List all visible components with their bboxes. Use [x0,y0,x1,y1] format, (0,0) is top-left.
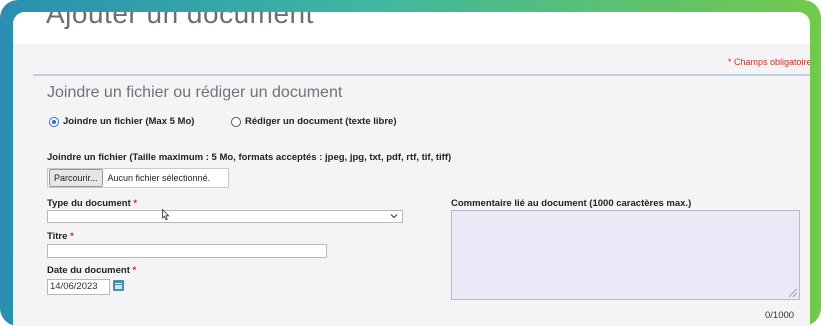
title-label: Titre * [47,231,74,242]
radio-attach-file[interactable]: Joindre un fichier (Max 5 Mo) [49,116,194,127]
chevron-down-icon [390,214,398,219]
title-band: Ajouter un document [13,12,810,44]
comment-char-counter: 0/1000 [765,310,795,321]
window-frame: Ajouter un document * Champs obligatoire… [0,0,821,326]
document-date-label: Date du document * [47,265,136,276]
required-marker: * [70,231,74,242]
file-input[interactable]: Parcourir... Aucun fichier sélectionné. [47,168,229,188]
comment-textarea[interactable] [451,210,800,300]
radio-attach-file-control[interactable] [49,116,59,127]
page-title: Ajouter un document [46,12,314,29]
document-type-label: Type du document * [47,198,137,209]
browse-button[interactable]: Parcourir... [49,169,103,187]
title-input[interactable] [47,244,327,258]
document-type-label-text: Type du document [47,198,131,209]
app-screen: Ajouter un document * Champs obligatoire… [13,12,810,326]
header-divider [33,74,810,76]
required-fields-note: * Champs obligatoires [727,57,810,67]
radio-attach-file-label: Joindre un fichier (Max 5 Mo) [63,116,195,127]
document-type-select[interactable] [47,210,403,223]
required-marker: * [133,198,138,209]
radio-write-document[interactable]: Rédiger un document (texte libre) [231,116,397,127]
radio-write-document-control[interactable] [231,116,241,127]
file-upload-label: Joindre un fichier (Taille maximum : 5 M… [47,152,452,163]
mouse-cursor-icon [162,209,170,221]
document-date-input[interactable]: 14/06/2023 [47,279,110,295]
document-date-label-text: Date du document [47,265,130,276]
title-label-text: Titre [47,231,68,242]
radio-write-document-label: Rédiger un document (texte libre) [245,116,397,127]
section-title: Joindre un fichier ou rédiger un documen… [47,84,343,101]
required-marker: * [132,265,137,276]
calendar-icon[interactable] [113,280,124,291]
comment-label: Commentaire lié au document (1000 caract… [451,198,692,209]
resize-handle-icon[interactable] [789,289,797,297]
file-status: Aucun fichier sélectionné. [107,173,211,183]
